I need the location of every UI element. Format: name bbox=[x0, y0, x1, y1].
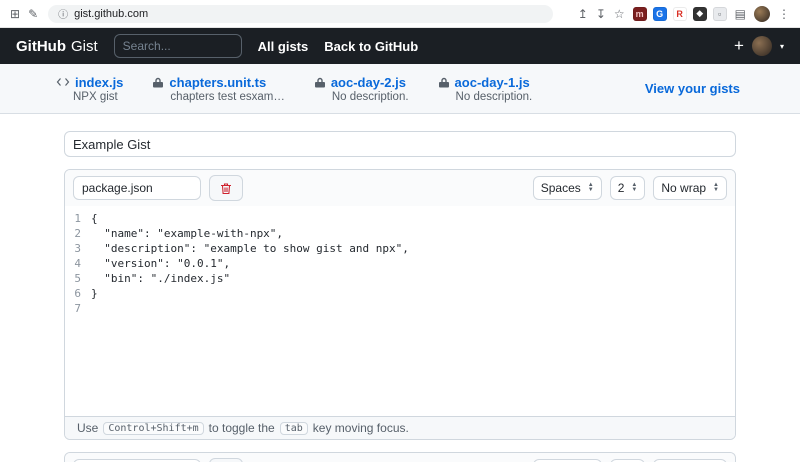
share-icon[interactable]: ↥ bbox=[578, 7, 588, 21]
recent-gist-item[interactable]: index.js NPX gist bbox=[56, 75, 123, 103]
line-number: 7 bbox=[65, 301, 91, 316]
code-text: "version": "0.0.1", bbox=[91, 256, 230, 271]
filename-input[interactable] bbox=[73, 176, 201, 200]
avatar-caret-icon[interactable]: ▾ bbox=[780, 42, 784, 51]
lock-icon bbox=[439, 77, 450, 88]
gist-description: chapters test esxam… bbox=[170, 91, 284, 103]
file-editor-header: Spaces ▲▼ 2 ▲▼ No wrap ▲▼ bbox=[65, 453, 735, 462]
code-lines: 1{2 "name": "example-with-npx",3 "descri… bbox=[65, 211, 735, 316]
wrap-mode-select[interactable]: No wrap ▲▼ bbox=[653, 176, 727, 200]
gist-description: No description. bbox=[456, 91, 533, 103]
extension-icon[interactable]: ◆ bbox=[693, 7, 707, 21]
lock-icon bbox=[153, 77, 164, 88]
hint-text: key moving focus. bbox=[313, 421, 409, 435]
delete-file-button[interactable] bbox=[209, 458, 243, 462]
gist-name-link[interactable]: chapters.unit.ts bbox=[169, 75, 266, 90]
hint-text: Use bbox=[77, 421, 98, 435]
new-gist-button[interactable]: + bbox=[734, 36, 744, 56]
nav-link-back-to-github[interactable]: Back to GitHub bbox=[324, 39, 418, 54]
trash-icon bbox=[220, 182, 232, 195]
code-line: 5 "bin": "./index.js" bbox=[65, 271, 735, 286]
extension-icon[interactable]: m bbox=[633, 7, 647, 21]
navbar-right: + ▾ bbox=[734, 36, 784, 56]
code-line: 7 bbox=[65, 301, 735, 316]
indent-size-select[interactable]: 2 ▲▼ bbox=[610, 176, 646, 200]
indent-size-value: 2 bbox=[618, 181, 625, 195]
browser-left-icons: ⊞ ✎ bbox=[10, 7, 38, 21]
code-line: 1{ bbox=[65, 211, 735, 226]
user-avatar[interactable] bbox=[752, 36, 772, 56]
recent-gist-item[interactable]: aoc-day-2.js No description. bbox=[315, 75, 409, 103]
code-icon bbox=[56, 77, 70, 87]
line-number: 3 bbox=[65, 241, 91, 256]
recent-gist-item[interactable]: aoc-day-1.js No description. bbox=[439, 75, 533, 103]
extension-icon[interactable]: ▫ bbox=[713, 7, 727, 21]
address-bar[interactable]: ⓘ gist.github.com bbox=[48, 5, 553, 23]
code-line: 3 "description": "example to show gist a… bbox=[65, 241, 735, 256]
code-text: } bbox=[91, 286, 98, 301]
browser-right-icons: ↥ ↧ ☆ mGR ◆ ▫ ▤ ⋮ bbox=[578, 6, 790, 22]
lock-icon bbox=[315, 77, 326, 88]
github-gist-logo[interactable]: GitHub Gist bbox=[16, 38, 98, 55]
code-text: { bbox=[91, 211, 98, 226]
code-line: 4 "version": "0.0.1", bbox=[65, 256, 735, 271]
extension-chips: mGR ◆ ▫ bbox=[633, 7, 727, 21]
view-your-gists-link[interactable]: View your gists bbox=[645, 81, 740, 96]
extension-icon[interactable]: R bbox=[673, 7, 687, 21]
gist-description: NPX gist bbox=[73, 91, 123, 103]
compose-icon[interactable]: ✎ bbox=[28, 7, 38, 21]
main-content: Spaces ▲▼ 2 ▲▼ No wrap ▲▼ 1{2 "name": "e… bbox=[0, 114, 800, 462]
url-text: gist.github.com bbox=[74, 8, 148, 20]
file-editor-header: Spaces ▲▼ 2 ▲▼ No wrap ▲▼ bbox=[65, 170, 735, 206]
site-info-icon[interactable]: ⓘ bbox=[58, 6, 68, 21]
line-number: 1 bbox=[65, 211, 91, 226]
code-text: "name": "example-with-npx", bbox=[91, 226, 283, 241]
gist-name-link[interactable]: aoc-day-2.js bbox=[331, 75, 406, 90]
extension-icon[interactable]: G bbox=[653, 7, 667, 21]
nav-link-all-gists[interactable]: All gists bbox=[258, 39, 309, 54]
code-editor[interactable]: 1{2 "name": "example-with-npx",3 "descri… bbox=[65, 206, 735, 416]
indent-mode-select[interactable]: Spaces ▲▼ bbox=[533, 176, 602, 200]
browser-profile-avatar[interactable] bbox=[754, 6, 770, 22]
file-editor: Spaces ▲▼ 2 ▲▼ No wrap ▲▼ 1{2 "name": "e… bbox=[64, 169, 736, 440]
delete-file-button[interactable] bbox=[209, 175, 243, 201]
recent-gist-item[interactable]: chapters.unit.ts chapters test esxam… bbox=[153, 75, 284, 103]
gist-name-link[interactable]: aoc-day-1.js bbox=[455, 75, 530, 90]
indent-mode-value: Spaces bbox=[541, 181, 581, 195]
code-line: 6} bbox=[65, 286, 735, 301]
bookmark-star-icon[interactable]: ☆ bbox=[614, 7, 625, 21]
code-text: "description": "example to show gist and… bbox=[91, 241, 409, 256]
hint-text: to toggle the bbox=[209, 421, 275, 435]
editor-controls: Spaces ▲▼ 2 ▲▼ No wrap ▲▼ bbox=[533, 176, 727, 200]
select-caret-icon: ▲▼ bbox=[631, 183, 637, 193]
gist-name-link[interactable]: index.js bbox=[75, 75, 123, 90]
editor-hint-bar: Use Control+Shift+m to toggle the tab ke… bbox=[65, 416, 735, 439]
logo-github: GitHub bbox=[16, 38, 66, 55]
browser-chrome: ⊞ ✎ ⓘ gist.github.com ↥ ↧ ☆ mGR ◆ ▫ ▤ ⋮ bbox=[0, 0, 800, 28]
screen: ⊞ ✎ ⓘ gist.github.com ↥ ↧ ☆ mGR ◆ ▫ ▤ ⋮ Gi… bbox=[0, 0, 800, 462]
search-input[interactable] bbox=[114, 34, 242, 58]
download-icon[interactable]: ↧ bbox=[596, 7, 606, 21]
code-line: 2 "name": "example-with-npx", bbox=[65, 226, 735, 241]
browser-menu-icon[interactable]: ⋮ bbox=[778, 7, 790, 21]
kbd-tab: tab bbox=[280, 422, 308, 435]
gist-description-input[interactable] bbox=[64, 131, 736, 157]
line-number: 6 bbox=[65, 286, 91, 301]
select-caret-icon: ▲▼ bbox=[588, 183, 594, 193]
line-number: 2 bbox=[65, 226, 91, 241]
kbd-shortcut: Control+Shift+m bbox=[103, 422, 203, 435]
line-number: 4 bbox=[65, 256, 91, 271]
gist-description: No description. bbox=[332, 91, 409, 103]
logo-gist: Gist bbox=[71, 38, 98, 55]
gist-navbar: GitHub Gist All gists Back to GitHub + ▾ bbox=[0, 28, 800, 64]
line-number: 5 bbox=[65, 271, 91, 286]
wrap-mode-value: No wrap bbox=[661, 181, 706, 195]
sidebar-toggle-icon[interactable]: ▤ bbox=[735, 7, 746, 21]
apps-icon[interactable]: ⊞ bbox=[10, 7, 20, 21]
select-caret-icon: ▲▼ bbox=[713, 183, 719, 193]
file-editor-partial: Spaces ▲▼ 2 ▲▼ No wrap ▲▼ bbox=[64, 452, 736, 462]
code-text: "bin": "./index.js" bbox=[91, 271, 230, 286]
recent-gists-bar: index.js NPX gist chapters.unit.ts chapt… bbox=[0, 64, 800, 114]
